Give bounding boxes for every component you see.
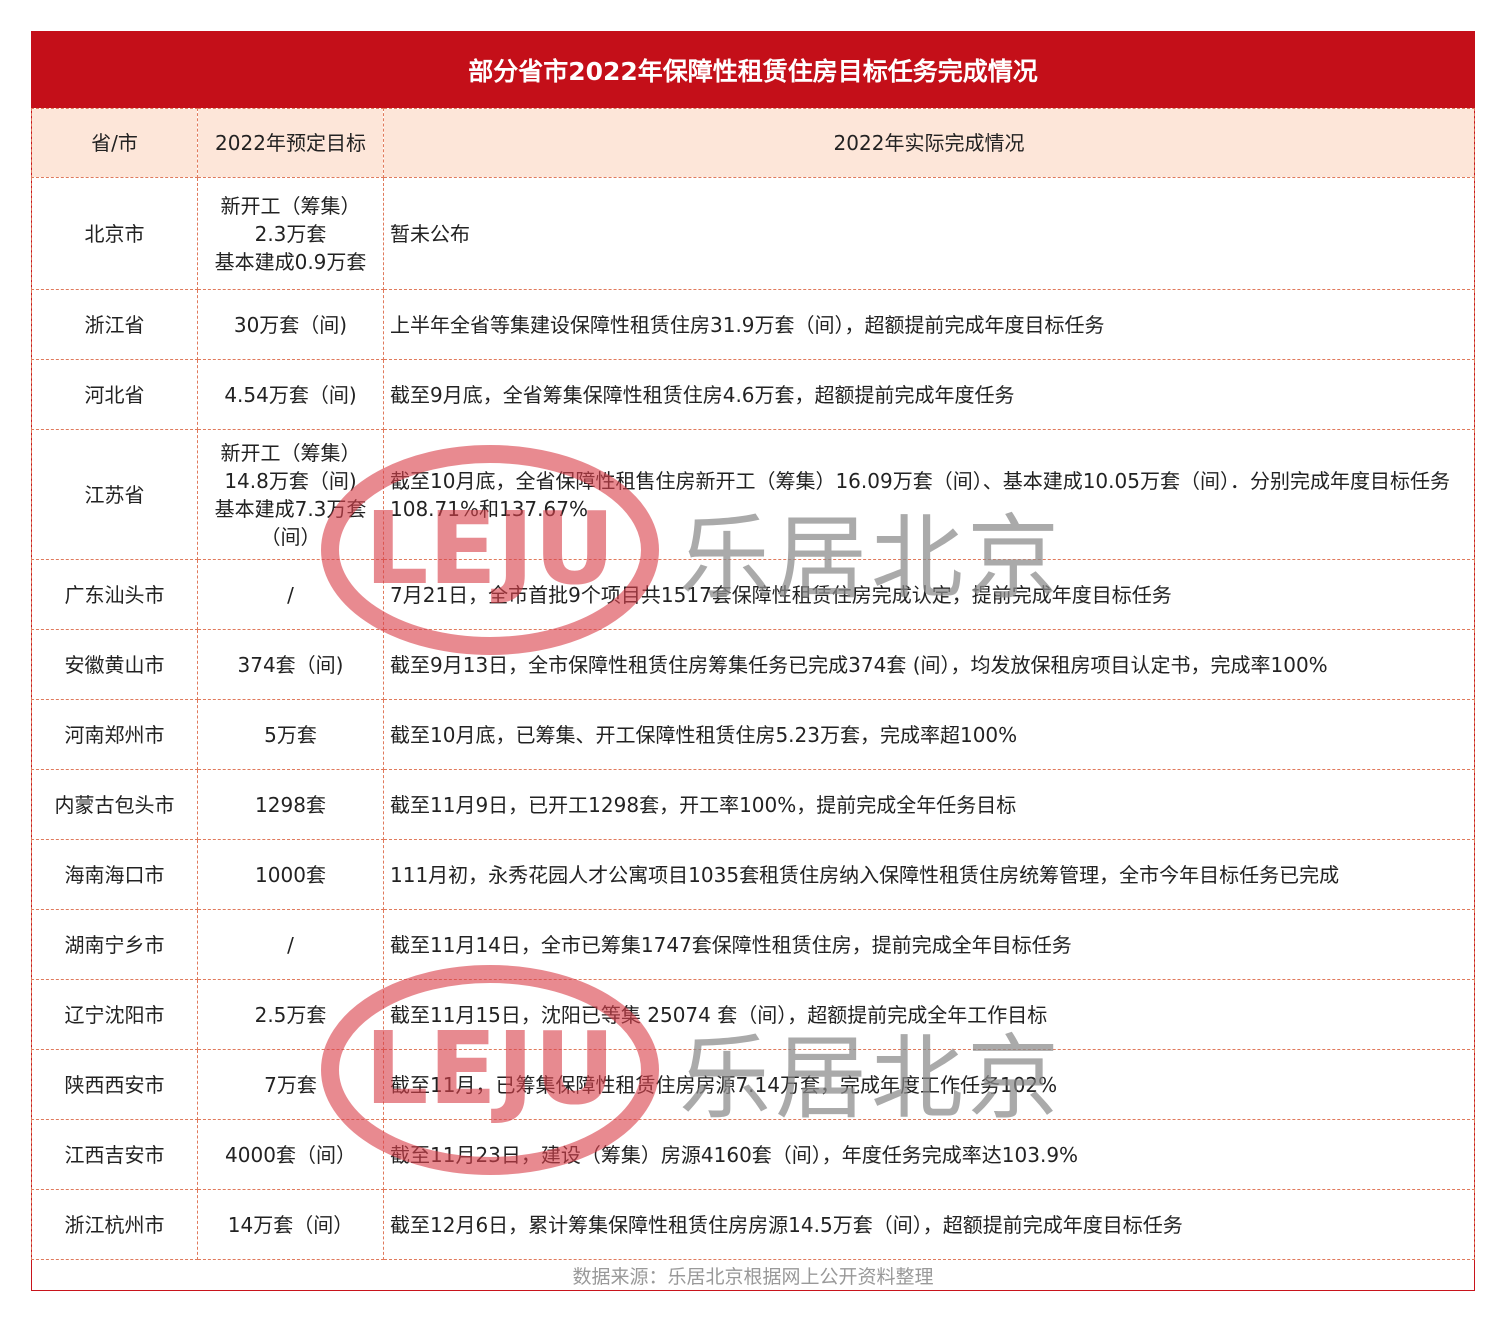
target-line: 14万套（间） [227, 1212, 354, 1237]
region-cell: 江西吉安市 [31, 1119, 198, 1190]
target-cell: 5万套 [197, 699, 384, 770]
target-line: （间） [260, 524, 321, 549]
result-cell: 上半年全省等集建设保障性租赁住房31.9万套（间），超额提前完成年度目标任务 [383, 289, 1475, 360]
target-cell: 14万套（间） [197, 1189, 384, 1260]
region-cell: 湖南宁乡市 [31, 909, 198, 980]
header-row: 省/市 2022年预定目标 2022年实际完成情况 [31, 108, 1475, 178]
target-line: 1298套 [255, 792, 326, 817]
target-cell: / [197, 909, 384, 980]
result-cell: 截至12月6日，累计筹集保障性租赁住房房源14.5万套（间），超额提前完成年度目… [383, 1189, 1475, 1260]
result-cell: 截至10月底，已筹集、开工保障性租赁住房5.23万套，完成率超100% [383, 699, 1475, 770]
target-cell: 4000套（间） [197, 1119, 384, 1190]
region-cell: 陕西西安市 [31, 1049, 198, 1120]
target-cell: 新开工（筹集） 14.8万套（间) 基本建成7.3万套 （间） [197, 429, 384, 560]
region-cell: 河北省 [31, 359, 198, 430]
region-cell: 安徽黄山市 [31, 629, 198, 700]
target-line: 2.3万套 [254, 221, 327, 246]
target-cell: 新开工（筹集） 2.3万套基本建成0.9万套 [197, 177, 384, 290]
result-cell: 7月21日，全市首批9个项目共1517套保障性租赁住房完成认定，提前完成年度目标… [383, 559, 1475, 630]
header-result: 2022年实际完成情况 [383, 108, 1475, 178]
target-line: 30万套（间) [233, 312, 348, 337]
table-row: 陕西西安市 7万套 截至11月，已筹集保障性租赁住房房源7.14万套，完成年度工作任… [31, 1049, 1475, 1120]
region-cell: 江苏省 [31, 429, 198, 560]
target-line: 5万套 [264, 722, 317, 747]
table-row: 内蒙古包头市 1298套 截至11月9日，已开工1298套，开工率100%，提前完成… [31, 769, 1475, 840]
result-cell: 截至11月23日，建设（筹集）房源4160套（间），年度任务完成率达103.9% [383, 1119, 1475, 1190]
target-cell: 2.5万套 [197, 979, 384, 1050]
target-cell: 7万套 [197, 1049, 384, 1120]
target-line: 7万套 [264, 1072, 317, 1097]
region-cell: 河南郑州市 [31, 699, 198, 770]
target-line: / [287, 932, 294, 957]
result-cell: 截至11月，已筹集保障性租赁住房房源7.14万套，完成年度工作任务102% [383, 1049, 1475, 1120]
target-cell: 1000套 [197, 839, 384, 910]
target-line: 4.54万套（间) [224, 382, 357, 407]
target-cell: 1298套 [197, 769, 384, 840]
region-cell: 内蒙古包头市 [31, 769, 198, 840]
data-table: 省/市 2022年预定目标 2022年实际完成情况 北京市 新开工（筹集） 2.3万… [31, 108, 1475, 1260]
result-cell: 暂未公布 [383, 177, 1475, 290]
region-cell: 浙江省 [31, 289, 198, 360]
target-line: 基本建成0.9万套 [214, 249, 367, 274]
result-cell: 截至11月15日，沈阳已等集 25074 套（间），超额提前完成全年工作目标 [383, 979, 1475, 1050]
region-cell: 辽宁沈阳市 [31, 979, 198, 1050]
target-line: 4000套（间） [225, 1142, 356, 1167]
target-line: 新开工（筹集） [220, 193, 361, 218]
table-row: 浙江杭州市 14万套（间） 截至12月6日，累计筹集保障性租赁住房房源14.5万套（… [31, 1189, 1475, 1260]
table-row: 北京市 新开工（筹集） 2.3万套基本建成0.9万套 暂未公布 [31, 177, 1475, 290]
header-target: 2022年预定目标 [197, 108, 384, 178]
table-row: 江苏省 新开工（筹集） 14.8万套（间) 基本建成7.3万套 （间） 截至10月底，全省… [31, 429, 1475, 560]
table-row: 浙江省 30万套（间) 上半年全省等集建设保障性租赁住房31.9万套（间），超额提前… [31, 289, 1475, 360]
region-cell: 广东汕头市 [31, 559, 198, 630]
target-line: 2.5万套 [254, 1002, 327, 1027]
target-cell: 4.54万套（间) [197, 359, 384, 430]
table-row: 河南郑州市 5万套 截至10月底，已筹集、开工保障性租赁住房5.23万套，完成率超1… [31, 699, 1475, 770]
result-cell: 截至11月14日，全市已筹集1747套保障性租赁住房，提前完成全年目标任务 [383, 909, 1475, 980]
table-row: 江西吉安市 4000套（间） 截至11月23日，建设（筹集）房源4160套（间），年… [31, 1119, 1475, 1190]
target-cell: 374套（间) [197, 629, 384, 700]
result-cell: 截至11月9日，已开工1298套，开工率100%，提前完成全年任务目标 [383, 769, 1475, 840]
region-cell: 浙江杭州市 [31, 1189, 198, 1260]
header-region: 省/市 [31, 108, 198, 178]
region-cell: 海南海口市 [31, 839, 198, 910]
table-row: 辽宁沈阳市 2.5万套 截至11月15日，沈阳已等集 25074 套（间），超额提前… [31, 979, 1475, 1050]
table-row: 海南海口市 1000套 111月初，永秀花园人才公寓项目1035套租赁住房纳入保障性… [31, 839, 1475, 910]
target-line: 1000套 [255, 862, 326, 887]
table-row: 安徽黄山市 374套（间) 截至9月13日，全市保障性租赁住房筹集任务已完成374套… [31, 629, 1475, 700]
result-cell: 截至9月底，全省筹集保障性租赁住房4.6万套，超额提前完成年度任务 [383, 359, 1475, 430]
region-cell: 北京市 [31, 177, 198, 290]
target-cell: / [197, 559, 384, 630]
table-row: 湖南宁乡市 / 截至11月14日，全市已筹集1747套保障性租赁住房，提前完成全年目… [31, 909, 1475, 980]
table-row: 广东汕头市 / 7月21日，全市首批9个项目共1517套保障性租赁住房完成认定，提前… [31, 559, 1475, 630]
target-cell: 30万套（间) [197, 289, 384, 360]
table-row: 河北省 4.54万套（间) 截至9月底，全省筹集保障性租赁住房4.6万套，超额提前完… [31, 359, 1475, 430]
target-line: / [287, 582, 294, 607]
target-line: 基本建成7.3万套 [214, 496, 367, 521]
result-cell: 截至9月13日，全市保障性租赁住房筹集任务已完成374套 (间），均发放保租房项… [383, 629, 1475, 700]
source-note: 数据来源：乐居北京根据网上公开资料整理 [572, 1265, 934, 1288]
target-line: 374套（间) [237, 652, 344, 677]
result-cell: 截至10月底，全省保障性租售住房新开工（筹集）16.09万套（间）、基本建成10… [383, 429, 1475, 560]
target-line: 新开工（筹集） [220, 440, 361, 465]
result-cell: 111月初，永秀花园人才公寓项目1035套租赁住房纳入保障性租赁住房统筹管理，全… [383, 839, 1475, 910]
table-title: 部分省市2022年保障性租赁住房目标任务完成情况 [31, 31, 1475, 108]
target-line: 14.8万套（间) [224, 468, 357, 493]
